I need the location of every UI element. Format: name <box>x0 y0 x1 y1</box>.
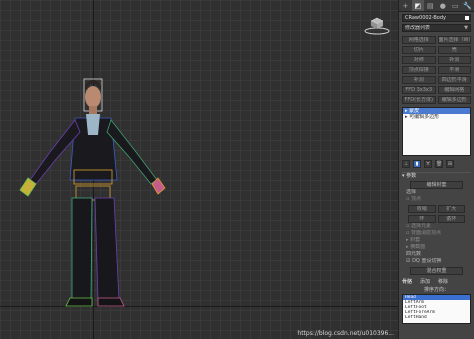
command-panel-tabs: + ◩ ▤ ● ▭ 🔧 <box>399 0 474 12</box>
vertices-label: 顶点 <box>410 196 421 202</box>
modifier-button[interactable]: 平滑 <box>437 66 471 74</box>
stack-item-label: 可编辑多边形 <box>409 114 440 120</box>
select-buttons-row: 收缩 扩大 <box>408 205 465 213</box>
character-model[interactable] <box>0 0 398 339</box>
add-bone-button[interactable]: 添加 <box>420 279 430 286</box>
object-color-swatch[interactable] <box>465 16 469 20</box>
select-element-label: 选择元素 <box>410 223 431 229</box>
chevron-down-icon: ▼ <box>464 25 468 31</box>
modifier-button[interactable]: 四边形平滑 <box>437 76 471 84</box>
modifier-buttons-grid: 网格选择 面片选择（W） 切片 壳 对称 补洞 顶点焊接 平滑 补洞 四边形平滑… <box>402 36 471 104</box>
modifier-button[interactable]: 顶点焊接 <box>402 66 436 74</box>
modifier-button[interactable]: 切片 <box>402 46 436 54</box>
bones-subtabs: 骨骼 添加 移除 <box>402 279 471 286</box>
watermark-text: https://blog.csdn.net/u010396... <box>297 330 394 337</box>
select-group-label: 选择 <box>406 189 417 195</box>
select-buttons-row: 环 循环 <box>408 215 465 223</box>
object-name-field[interactable]: CRaw0002-Body <box>402 14 471 22</box>
bone-list[interactable]: Head LeftArm LeftFoot LeftForeArm LeftHa… <box>402 294 471 324</box>
configure-modifier-icon[interactable]: ⊞ <box>446 160 454 168</box>
modifier-list-dropdown[interactable]: 修改器列表 ▼ <box>402 24 471 32</box>
hierarchy-icon[interactable]: ▤ <box>424 0 437 11</box>
modifier-button[interactable]: FFD(长方体) <box>402 96 436 104</box>
vertices-checkbox[interactable]: ▫ 顶点 <box>402 196 471 203</box>
dual-quaternion-label: 四元数 <box>406 251 422 257</box>
object-name-text: CRaw0002-Body <box>405 15 446 21</box>
pin-stack-icon[interactable]: ⊥ <box>402 160 410 168</box>
backface-cull-checkbox[interactable]: ▫ 背面消隐顶点 <box>402 230 471 237</box>
stack-toolbar: ⊥ ▮ ∀ 🗑 ⊞ <box>402 160 471 168</box>
modifier-button[interactable]: 面片选择（W） <box>437 36 471 44</box>
dq-toggle-checkbox[interactable]: ☑ DQ 重设切换 <box>402 258 471 265</box>
bones-tab[interactable]: 骨骼 <box>402 279 412 286</box>
loop-button[interactable]: 循环 <box>437 215 465 223</box>
bone-item[interactable]: LeftHand <box>403 315 470 320</box>
perspective-viewport[interactable]: https://blog.csdn.net/u010396... <box>0 0 398 339</box>
grow-button[interactable]: 扩大 <box>437 205 465 213</box>
modifier-list-label: 修改器列表 <box>405 25 431 31</box>
modifier-button[interactable]: 编辑多边形 <box>437 96 471 104</box>
modifier-button[interactable]: 网格选择 <box>402 36 436 44</box>
rollout-title[interactable]: ▾ 参数 <box>402 172 471 179</box>
modifier-stack[interactable]: ▸ 蒙皮 ▸ 可编辑多边形 <box>402 107 471 156</box>
cross-sections-checkbox[interactable]: ▸ 横截面 <box>402 244 471 251</box>
command-panel: + ◩ ▤ ● ▭ 🔧 CRaw0002-Body 修改器列表 ▼ 网格选择 面… <box>398 0 474 339</box>
parameters-rollout: ▾ 参数 编辑封套 选择 ▫ 顶点 收缩 扩大 环 循环 ▫ 选择元素 ▫ 背面… <box>402 172 471 275</box>
display-icon[interactable]: ▭ <box>449 0 462 11</box>
create-icon[interactable]: + <box>399 0 412 11</box>
modifier-button[interactable]: 编辑网格 <box>437 86 471 94</box>
remove-modifier-icon[interactable]: 🗑 <box>435 160 443 168</box>
modify-icon[interactable]: ◩ <box>411 0 424 11</box>
cross-sections-label: 横截面 <box>410 244 426 250</box>
show-end-result-icon[interactable]: ▮ <box>413 160 421 168</box>
modifier-button[interactable]: 壳 <box>437 46 471 54</box>
select-element-checkbox[interactable]: ▫ 选择元素 <box>402 223 471 230</box>
remove-bone-button[interactable]: 移除 <box>438 279 448 286</box>
blend-weights-button[interactable]: 混合权重 <box>410 267 463 275</box>
stack-item-editable-poly[interactable]: ▸ 可编辑多边形 <box>403 114 470 120</box>
ring-button[interactable]: 环 <box>408 215 436 223</box>
backface-cull-label: 背面消隐顶点 <box>410 230 441 236</box>
shrink-button[interactable]: 收缩 <box>408 205 436 213</box>
utilities-icon[interactable]: 🔧 <box>462 0 474 11</box>
rollout-title-text: 参数 <box>406 173 417 179</box>
make-unique-icon[interactable]: ∀ <box>424 160 432 168</box>
modifier-button[interactable]: 对称 <box>402 56 436 64</box>
envelopes-checkbox[interactable]: ▸ 封套 <box>402 237 471 244</box>
modifier-button[interactable]: 补洞 <box>402 76 436 84</box>
motion-icon[interactable]: ● <box>437 0 450 11</box>
sort-label: 排序方向： <box>423 287 449 293</box>
modifier-button[interactable]: FFD 3x3x3 <box>402 86 436 94</box>
edit-envelope-button[interactable]: 编辑封套 <box>410 181 463 189</box>
dq-toggle-label: DQ 重设切换 <box>412 258 442 264</box>
envelopes-label: 封套 <box>410 237 421 243</box>
modifier-button[interactable]: 补洞 <box>437 56 471 64</box>
